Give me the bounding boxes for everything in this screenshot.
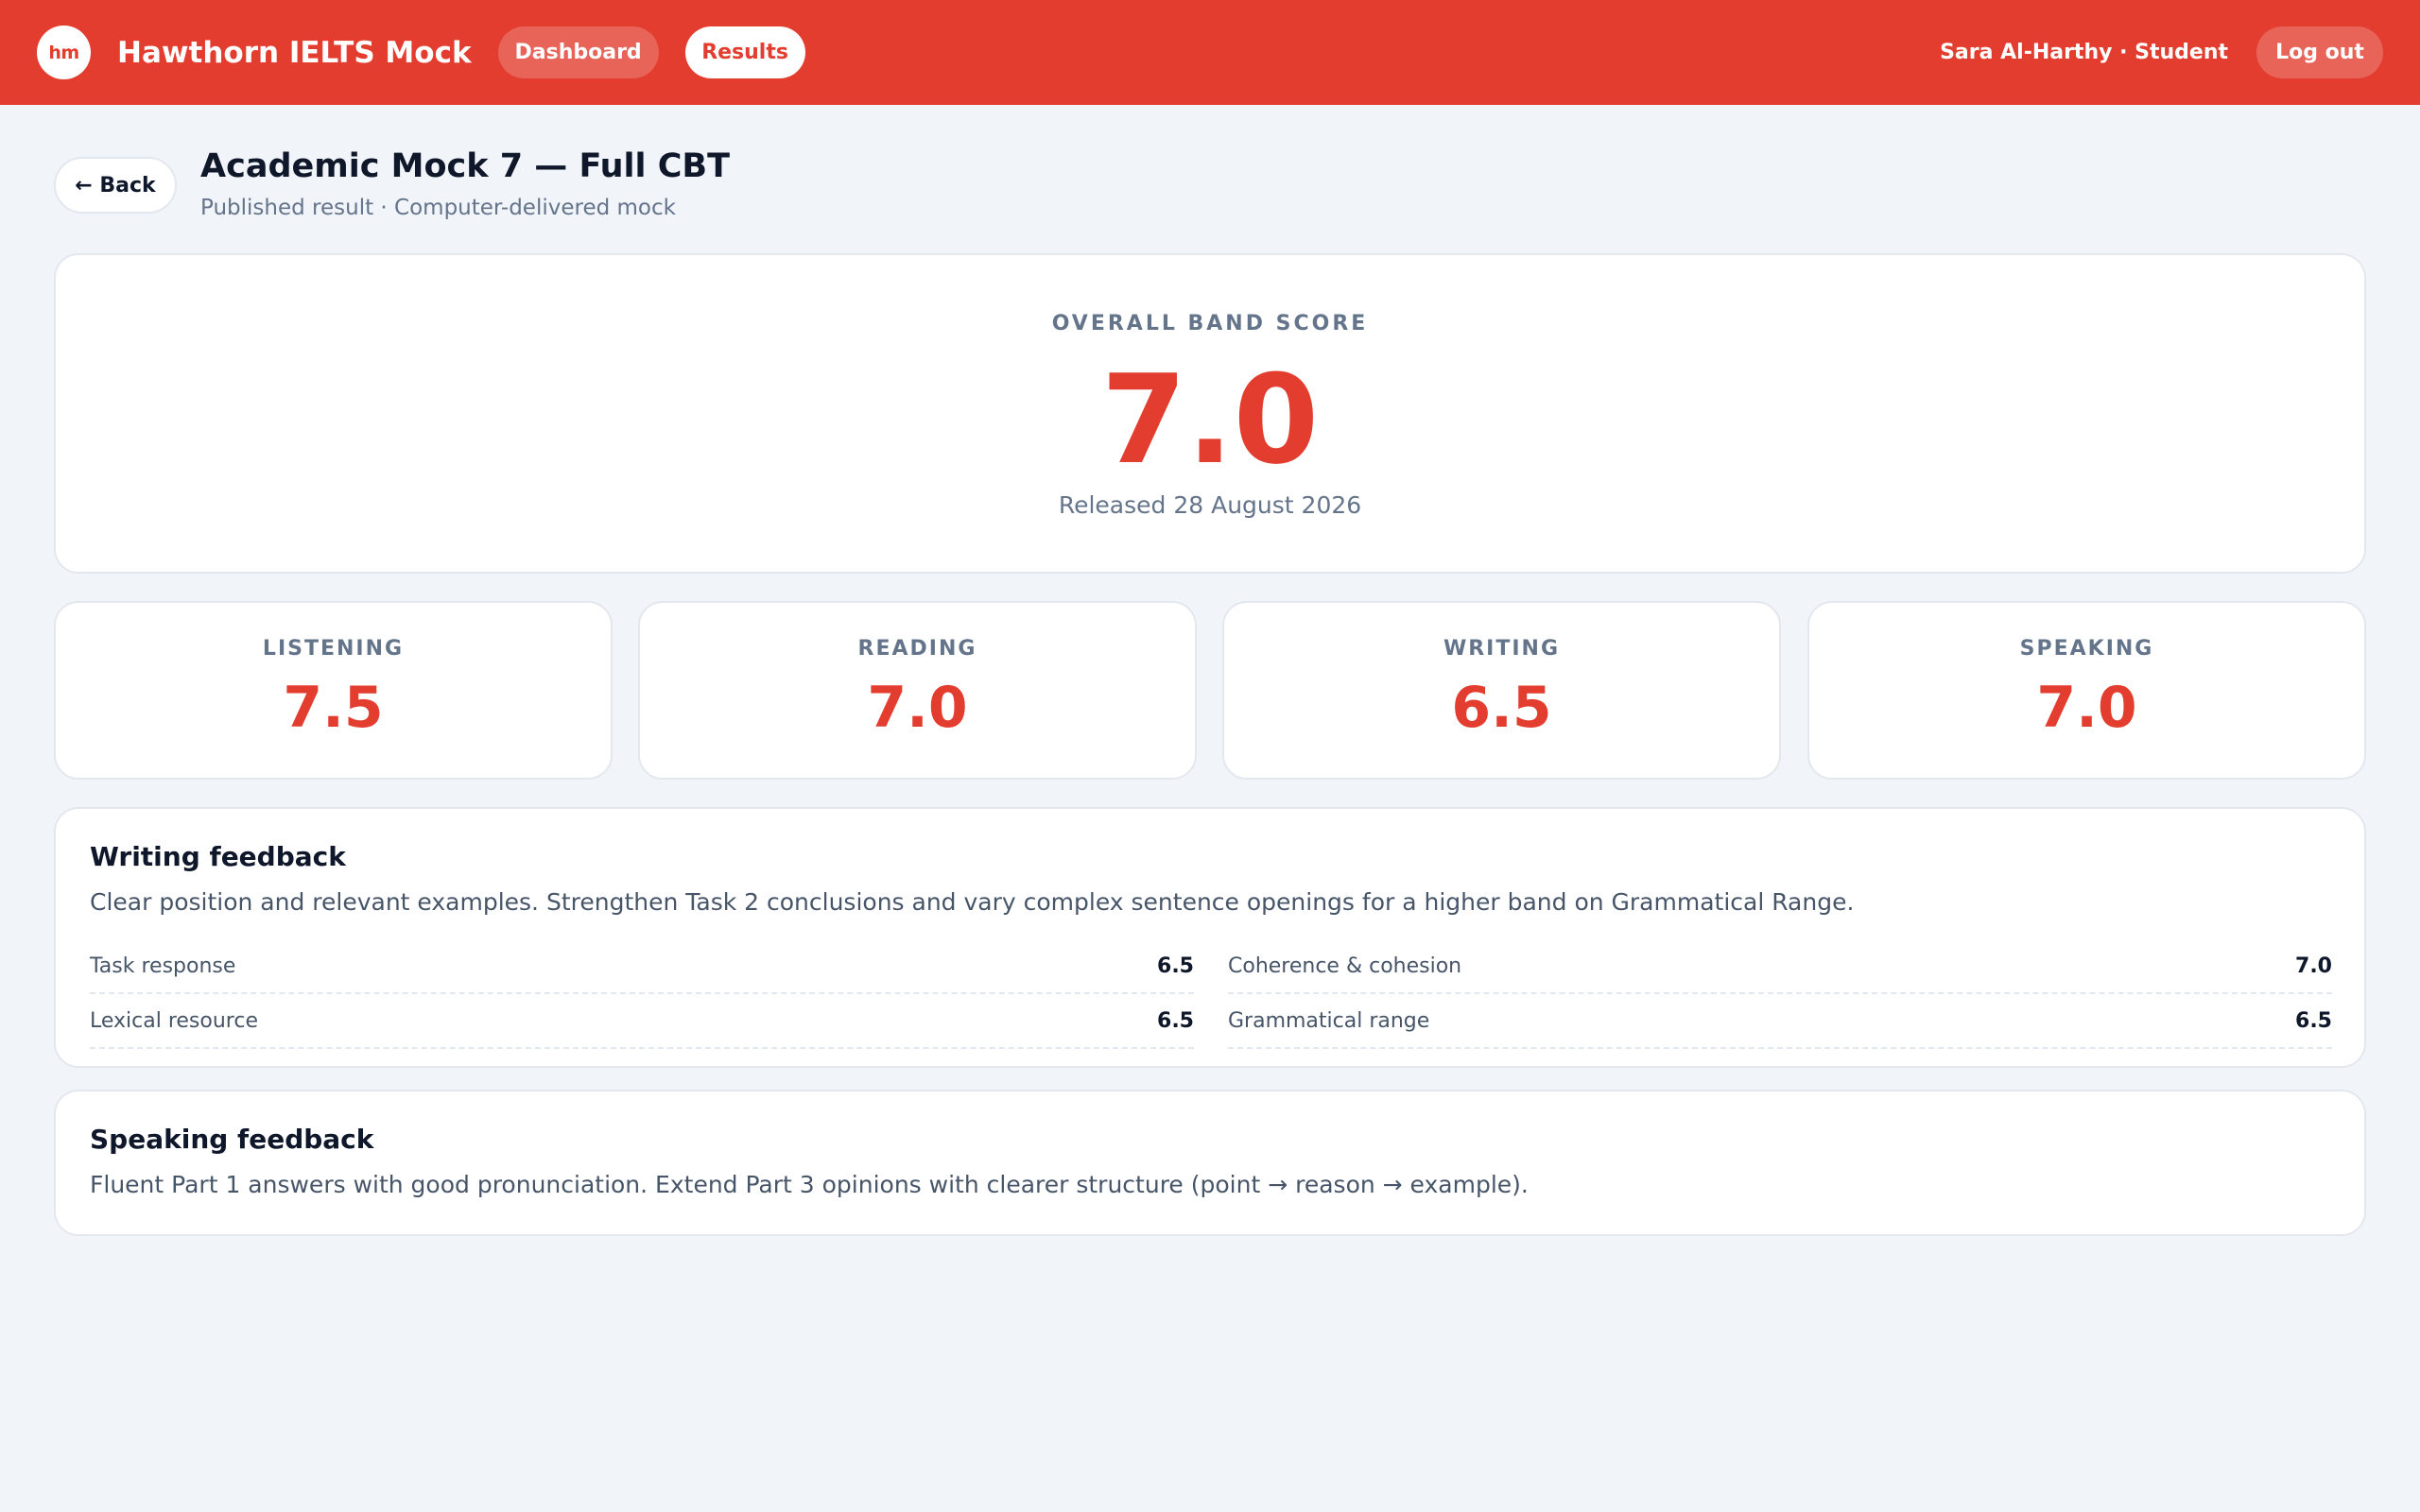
nav-results-button[interactable]: Results (684, 26, 805, 78)
page-title: Academic Mock 7 — Full CBT (200, 147, 730, 185)
criterion-row-lexical-resource: Lexical resource 6.5 (90, 994, 1194, 1049)
speaking-feedback-card: Speaking feedback Fluent Part 1 answers … (54, 1090, 2366, 1236)
skill-score: 7.0 (2036, 675, 2137, 741)
skill-card-reading: READING 7.0 (638, 601, 1197, 780)
skill-name: SPEAKING (2019, 637, 2154, 661)
brand-logo-icon[interactable]: hm (37, 26, 91, 79)
skill-score: 7.0 (867, 675, 968, 741)
writing-feedback-title: Writing feedback (90, 841, 346, 872)
criterion-row-coherence-cohesion: Coherence & cohesion 7.0 (1228, 939, 2332, 994)
writing-feedback-text: Clear position and relevant examples. St… (90, 888, 1855, 916)
logout-button[interactable]: Log out (2256, 26, 2383, 78)
criterion-label: Lexical resource (90, 1008, 258, 1033)
skill-name: LISTENING (262, 637, 405, 661)
page-subtitle: Published result · Computer-delivered mo… (200, 196, 676, 220)
criterion-row-grammatical-range: Grammatical range 6.5 (1228, 994, 2332, 1049)
criterion-label: Coherence & cohesion (1228, 954, 1462, 978)
brand-name[interactable]: Hawthorn IELTS Mock (117, 36, 472, 70)
speaking-feedback-text: Fluent Part 1 answers with good pronunci… (90, 1171, 1529, 1198)
skill-card-listening: LISTENING 7.5 (54, 601, 613, 780)
overall-score-label: OVERALL BAND SCORE (1051, 312, 1369, 335)
criterion-score: 7.0 (2295, 954, 2332, 978)
criterion-label: Task response (90, 954, 236, 978)
skill-name: WRITING (1443, 637, 1561, 661)
writing-feedback-card: Writing feedback Clear position and rele… (54, 807, 2366, 1068)
criterion-score: 6.5 (2295, 1008, 2332, 1033)
release-date: Released 28 August 2026 (1058, 491, 1362, 519)
skill-card-writing: WRITING 6.5 (1222, 601, 1781, 780)
skill-card-speaking: SPEAKING 7.0 (1807, 601, 2366, 780)
skill-score: 6.5 (1451, 675, 1552, 741)
nav-dashboard-button[interactable]: Dashboard (497, 26, 659, 78)
user-name-label: Sara Al-Harthy · Student (1940, 41, 2228, 64)
criterion-score: 6.5 (1157, 1008, 1194, 1033)
top-navigation-bar: hm Hawthorn IELTS Mock Dashboard Results… (0, 0, 2420, 105)
overall-score-card: OVERALL BAND SCORE 7.0 Released 28 Augus… (54, 253, 2366, 574)
speaking-feedback-title: Speaking feedback (90, 1124, 374, 1155)
skill-name: READING (857, 637, 977, 661)
criterion-label: Grammatical range (1228, 1008, 1430, 1033)
back-button[interactable]: ← Back (54, 157, 177, 214)
criterion-score: 6.5 (1157, 954, 1194, 978)
overall-score-value: 7.0 (1100, 348, 1320, 491)
writing-criteria-grid: Task response 6.5 Coherence & cohesion 7… (90, 939, 2332, 1049)
criterion-row-task-response: Task response 6.5 (90, 939, 1194, 994)
skill-score: 7.5 (283, 675, 384, 741)
